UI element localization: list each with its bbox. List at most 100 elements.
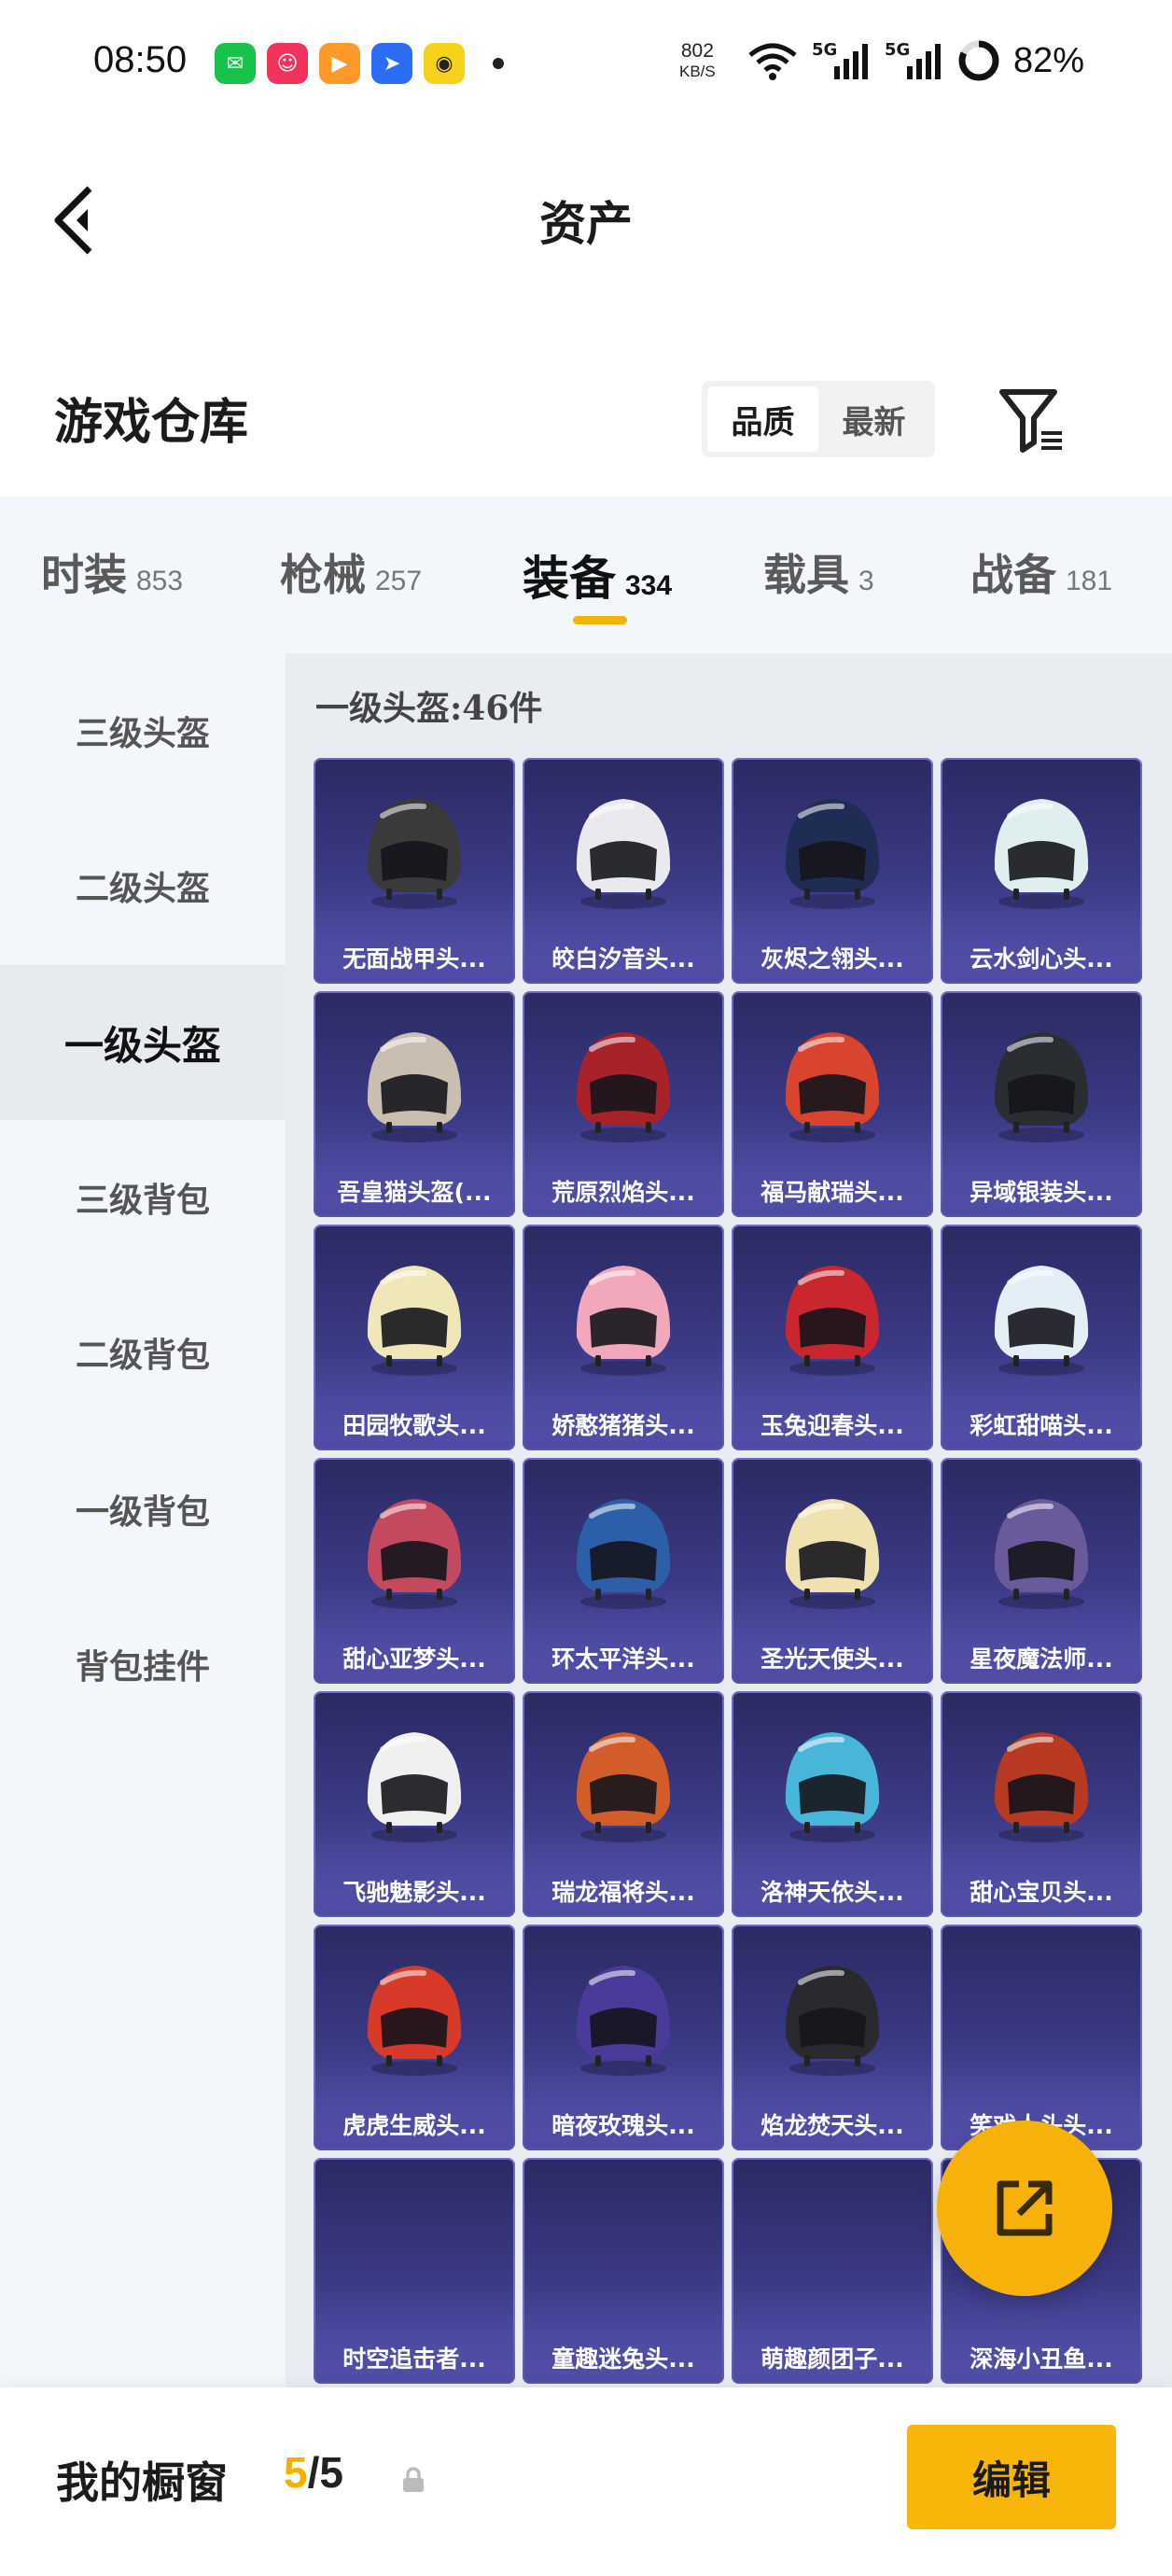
item-card[interactable]: 灰烬之翎头... xyxy=(732,758,933,984)
item-card[interactable]: 甜心宝贝头... xyxy=(941,1691,1142,1917)
item-name: 云水剑心头... xyxy=(941,931,1142,984)
item-card[interactable]: 彩虹甜喵头... xyxy=(941,1225,1142,1450)
sort-quality-button[interactable]: 品质 xyxy=(707,386,818,452)
tab-fashion[interactable]: 时装 853 xyxy=(41,541,183,603)
tab-vehicles[interactable]: 载具 3 xyxy=(763,541,874,603)
battery-ring-icon xyxy=(958,40,999,81)
helmet-red-icon xyxy=(576,1032,671,1142)
item-name: 皎白汐音头... xyxy=(523,931,724,984)
edit-button[interactable]: 编辑 xyxy=(907,2425,1116,2529)
item-card[interactable]: 玉兔迎春头... xyxy=(732,1225,933,1450)
item-name: 吾皇猫头盔(... xyxy=(314,1165,515,1217)
tab-label: 枪械 xyxy=(280,550,366,600)
item-card[interactable]: 萌趣颜团子... xyxy=(732,2158,933,2384)
tab-count: 3 xyxy=(858,566,874,596)
item-card[interactable]: 暗夜玫瑰头... xyxy=(523,1925,724,2150)
helmet-navy-icon xyxy=(785,799,880,909)
helmet-visor-icon xyxy=(994,1732,1089,1842)
helmet-racer-icon xyxy=(367,1732,462,1842)
item-card[interactable]: 笑戏人头头... xyxy=(941,1925,1142,2150)
item-name: 瑞龙福将头... xyxy=(523,1865,724,1917)
sidebar-item-backpack-1[interactable]: 一级背包 xyxy=(0,1432,286,1587)
item-card[interactable]: 福马献瑞头... xyxy=(732,991,933,1217)
tab-supplies[interactable]: 战备 181 xyxy=(970,541,1112,603)
item-card[interactable]: 田园牧歌头... xyxy=(314,1225,515,1450)
item-name: 洛神天依头... xyxy=(732,1865,933,1917)
page-title: 资产 xyxy=(539,196,633,251)
wifi-icon xyxy=(748,43,797,80)
helmet-black-icon xyxy=(367,799,462,909)
item-card[interactable]: 荒原烈焰头... xyxy=(523,991,724,1217)
sidebar-item-backpack-3[interactable]: 三级背包 xyxy=(0,1120,286,1275)
item-name: 童趣迷兔头... xyxy=(523,2331,724,2384)
sidebar-item-helmet-3[interactable]: 三级头盔 xyxy=(0,653,286,808)
battery-percent: 82% xyxy=(1013,40,1085,80)
item-card[interactable]: 瑞龙福将头... xyxy=(523,1691,724,1917)
helmet-orange-red-icon xyxy=(785,1032,880,1142)
item-name: 圣光天使头... xyxy=(732,1631,933,1684)
sidebar-item-helmet-1[interactable]: 一级头盔 xyxy=(0,965,286,1120)
signal-5g-icon-1: 5G xyxy=(812,40,872,81)
showcase-separator: / xyxy=(307,2448,320,2497)
share-icon xyxy=(997,2180,1053,2236)
app-blue-icon: ➤ xyxy=(371,43,412,84)
category-tabs: 时装 853 枪械 257 装备 334 载具 3 战备 181 xyxy=(0,497,1172,653)
helmet-gold-icon xyxy=(785,1499,880,1609)
item-card[interactable]: 虎虎生威头... xyxy=(314,1925,515,2150)
sort-toggle: 品质 最新 xyxy=(702,381,935,457)
item-card[interactable]: 洛神天依头... xyxy=(732,1691,933,1917)
item-card[interactable]: 飞驰魅影头... xyxy=(314,1691,515,1917)
helmet-tiger-icon xyxy=(367,1966,462,2076)
share-button[interactable] xyxy=(937,2121,1112,2296)
item-card[interactable]: 时空追击者... xyxy=(314,2158,515,2384)
helmet-pink-icon xyxy=(576,1266,671,1376)
sidebar-item-backpack-charm[interactable]: 背包挂件 xyxy=(0,1587,286,1742)
system-icons: 5G 5G 82% xyxy=(746,39,1084,82)
helmet-purple-icon xyxy=(994,1499,1089,1609)
app-orange-icon: ▶ xyxy=(319,43,360,84)
item-name: 灰烬之翎头... xyxy=(732,931,933,984)
sort-newest-button[interactable]: 最新 xyxy=(818,386,929,452)
item-card[interactable]: 娇憨猪猪头... xyxy=(523,1225,724,1450)
item-name: 彩虹甜喵头... xyxy=(941,1398,1142,1450)
item-name: 萌趣颜团子... xyxy=(732,2331,933,2384)
item-card[interactable]: 星夜魔法师... xyxy=(941,1458,1142,1684)
item-card[interactable]: 甜心亚梦头... xyxy=(314,1458,515,1684)
helmet-rabbit-icon xyxy=(785,1266,880,1376)
item-card[interactable]: 无面战甲头... xyxy=(314,758,515,984)
filter-icon[interactable] xyxy=(997,385,1067,455)
item-name: 甜心宝贝头... xyxy=(941,1865,1142,1917)
helmet-lightblue-icon xyxy=(994,1266,1089,1376)
item-count-heading: 一级头盔:46件 xyxy=(315,689,543,728)
tab-equipment[interactable]: 装备 334 xyxy=(523,541,672,609)
status-time: 08:50 xyxy=(93,39,188,80)
tab-weapons[interactable]: 枪械 257 xyxy=(280,541,422,603)
section-title: 游戏仓库 xyxy=(54,394,249,451)
item-name: 飞驰魅影头... xyxy=(314,1865,515,1917)
item-name: 荒原烈焰头... xyxy=(523,1165,724,1217)
item-name: 虎虎生威头... xyxy=(314,2098,515,2150)
item-card[interactable]: 异域银装头... xyxy=(941,991,1142,1217)
subcategory-sidebar: 三级头盔 二级头盔 一级头盔 三级背包 二级背包 一级背包 背包挂件 xyxy=(0,653,286,2389)
item-card[interactable]: 环太平洋头... xyxy=(523,1458,724,1684)
item-card[interactable]: 圣光天使头... xyxy=(732,1458,933,1684)
active-tab-indicator xyxy=(573,616,627,624)
more-notifications-icon xyxy=(493,58,504,69)
item-card[interactable]: 云水剑心头... xyxy=(941,758,1142,984)
item-name: 焰龙焚天头... xyxy=(732,2098,933,2150)
notification-icons: ✉ ☺ ▶ ➤ ◉ xyxy=(215,43,504,84)
sidebar-item-backpack-2[interactable]: 二级背包 xyxy=(0,1275,286,1430)
net-speed: 802 KB/S xyxy=(679,41,716,82)
showcase-count: 5/5 xyxy=(284,2447,343,2498)
item-card[interactable]: 童趣迷兔头... xyxy=(523,2158,724,2384)
item-card[interactable]: 吾皇猫头盔(... xyxy=(314,991,515,1217)
item-card[interactable]: 焰龙焚天头... xyxy=(732,1925,933,2150)
showcase-bar: 我的橱窗 5/5 编辑 xyxy=(0,2387,1172,2576)
signal-5g-icon-2: 5G xyxy=(885,40,944,81)
item-card[interactable]: 皎白汐音头... xyxy=(523,758,724,984)
helmet-dragon-icon xyxy=(576,1732,671,1842)
tab-label: 战备 xyxy=(970,550,1056,600)
sidebar-item-helmet-2[interactable]: 二级头盔 xyxy=(0,808,286,963)
helmet-cyan-icon xyxy=(785,1732,880,1842)
tab-label: 装备 xyxy=(523,551,616,606)
